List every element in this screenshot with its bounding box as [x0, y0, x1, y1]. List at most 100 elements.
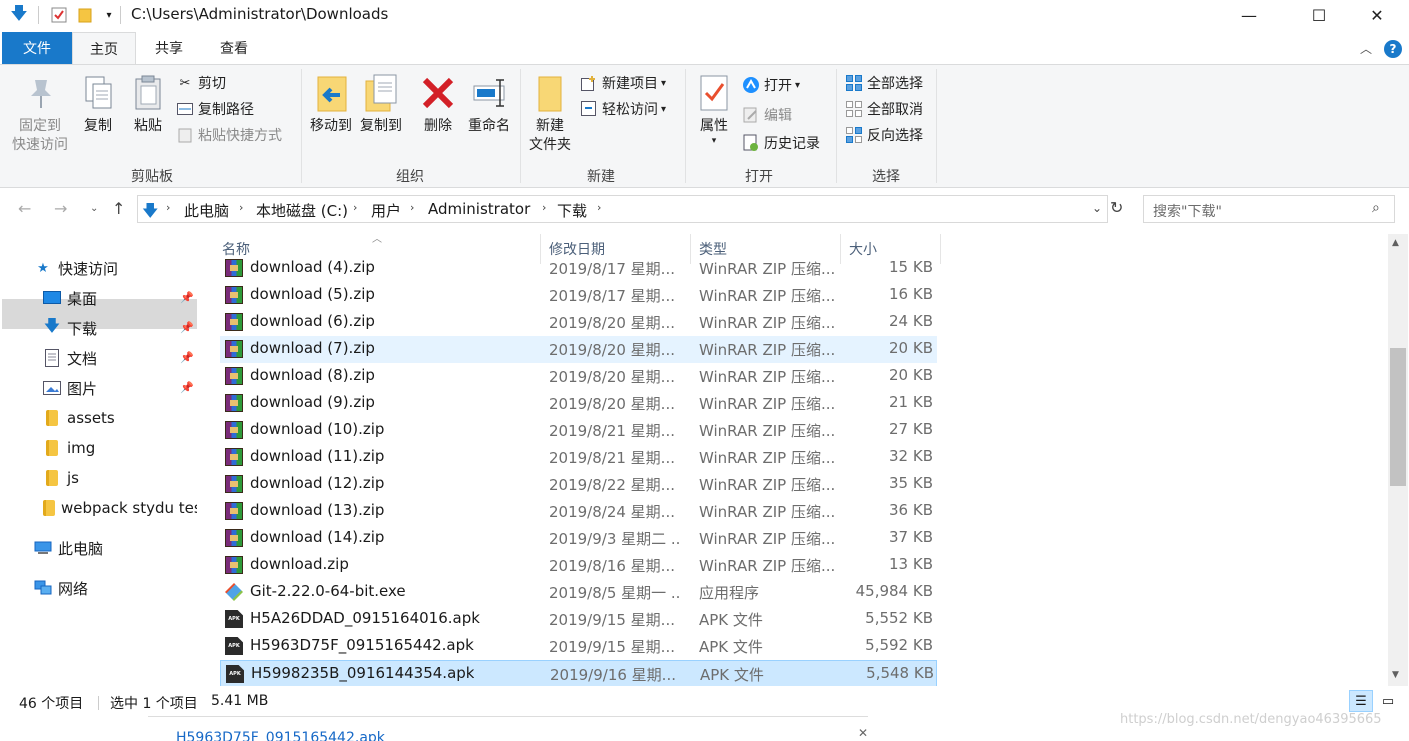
search-icon[interactable]: ⌕ [1372, 200, 1380, 216]
help-icon[interactable]: ? [1384, 40, 1402, 58]
copy-button[interactable]: 复制 [76, 71, 120, 136]
open-button[interactable]: 打开 ▾ [742, 74, 800, 96]
file-date: 2019/8/17 星期... [549, 260, 675, 278]
file-row[interactable]: download (5).zip 2019/8/17 星期... WinRAR ZI… [220, 282, 937, 309]
download-arrow-icon[interactable]: 🡇 [10, 4, 28, 24]
paste-shortcut-button[interactable]: 粘贴快捷方式 [176, 124, 282, 146]
file-row[interactable]: download (7).zip 2019/8/20 星期... WinRAR ZI… [220, 336, 937, 363]
breadcrumb-separator-icon[interactable]: › [239, 201, 243, 214]
nav-network[interactable]: 网络 [34, 573, 88, 603]
file-row[interactable]: download (11).zip 2019/8/21 星期... WinRAR Z… [220, 444, 937, 471]
breadcrumb-this-pc[interactable]: 此电脑 [184, 200, 229, 221]
scroll-up-arrow-icon[interactable]: ▲ [1392, 238, 1399, 248]
properties-button[interactable]: 属性 ▾ [692, 71, 736, 146]
file-row[interactable]: download (12).zip 2019/8/22 星期... WinRAR Z… [220, 471, 937, 498]
history-button[interactable]: 历史记录 [742, 132, 820, 154]
tab-share[interactable]: 共享 [138, 32, 200, 64]
file-row[interactable]: download (4).zip 2019/8/17 星期... WinRAR ZI… [220, 255, 937, 282]
collapse-ribbon-icon[interactable]: ︿ [1360, 40, 1372, 57]
nav-downloads[interactable]: 🡇 下载 [43, 313, 97, 343]
nav-webpack[interactable]: webpack stydu tes [43, 493, 197, 523]
select-all-button[interactable]: 全部选择 [845, 72, 923, 94]
maximize-button[interactable]: ☐ [1296, 0, 1342, 31]
address-bar[interactable]: 🡇 › 此电脑 › 本地磁盘 (C:) › 用户 › Administrator… [137, 195, 1108, 223]
breadcrumb-separator-icon[interactable]: › [410, 201, 414, 214]
tab-file[interactable]: 文件 [2, 32, 72, 64]
file-row[interactable]: APK H5A26DDAD_0915164016.apk 2019/9/15 星期.… [220, 606, 937, 633]
background-file-link[interactable]: H5963D75F_0915165442.apk [176, 730, 385, 741]
breadcrumb-separator-icon[interactable]: › [353, 201, 357, 214]
pin-icon[interactable]: 📌 [180, 321, 194, 334]
file-row[interactable]: download (13).zip 2019/8/24 星期... WinRAR Z… [220, 498, 937, 525]
nav-img[interactable]: img [43, 433, 95, 463]
scrollbar-thumb[interactable] [1390, 348, 1406, 486]
close-icon[interactable]: ✕ [858, 726, 868, 740]
nav-desktop[interactable]: 桌面 [43, 283, 97, 313]
recent-locations-chevron-icon[interactable]: ⌄ [90, 203, 98, 214]
file-row[interactable]: download (9).zip 2019/8/20 星期... WinRAR ZI… [220, 390, 937, 417]
file-row[interactable]: APK H5963D75F_0915165442.apk 2019/9/15 星期.… [220, 633, 937, 660]
copy-to-button[interactable]: 复制到 [356, 71, 406, 136]
file-row[interactable]: APK H5998235B_0916144354.apk 2019/9/16 星期.… [220, 660, 937, 686]
breadcrumb-downloads[interactable]: 下载 [557, 200, 587, 221]
file-row[interactable]: download (8).zip 2019/8/20 星期... WinRAR ZI… [220, 363, 937, 390]
nav-this-pc[interactable]: 此电脑 [34, 533, 103, 563]
pin-icon[interactable]: 📌 [180, 291, 194, 304]
nav-pictures[interactable]: 图片 [43, 373, 97, 403]
file-name: H5998235B_0916144354.apk [251, 664, 475, 682]
properties-checkmark-icon[interactable] [50, 6, 68, 24]
new-folder-button[interactable]: 新建 文件夹 [524, 71, 576, 155]
refresh-icon[interactable]: ↻ [1110, 198, 1123, 217]
delete-x-icon [421, 73, 455, 113]
breadcrumb-separator-icon[interactable]: › [166, 201, 170, 214]
new-folder-qa-icon[interactable] [76, 6, 94, 24]
search-input[interactable]: 搜索"下载" ⌕ [1143, 195, 1395, 223]
file-row[interactable]: download (6).zip 2019/8/20 星期... WinRAR ZI… [220, 309, 937, 336]
new-item-button[interactable]: 新建项目 ▾ [580, 72, 666, 94]
nav-quick-access[interactable]: ★ 快速访问 [34, 253, 118, 283]
file-row[interactable]: download (10).zip 2019/8/21 星期... WinRAR Z… [220, 417, 937, 444]
customize-toolbar-icon[interactable]: ▾ [100, 6, 118, 24]
up-arrow-icon[interactable]: ↑ [112, 199, 125, 218]
edit-button[interactable]: 编辑 [742, 104, 792, 126]
select-none-button[interactable]: 全部取消 [845, 98, 923, 120]
tab-home[interactable]: 主页 [72, 32, 136, 65]
nav-documents[interactable]: 文档 [43, 343, 97, 373]
paste-button[interactable]: 粘贴 [126, 71, 170, 136]
invert-selection-button[interactable]: 反向选择 [845, 124, 923, 146]
breadcrumb-users[interactable]: 用户 [371, 200, 401, 221]
file-type: WinRAR ZIP 压缩... [699, 557, 836, 575]
close-button[interactable]: ✕ [1354, 0, 1400, 31]
copy-icon [81, 73, 115, 113]
pin-icon[interactable]: 📌 [180, 351, 194, 364]
delete-button[interactable]: 删除 [416, 71, 460, 136]
forward-arrow-icon[interactable]: → [54, 199, 67, 218]
pin-icon[interactable]: 📌 [180, 381, 194, 394]
scroll-down-arrow-icon[interactable]: ▼ [1392, 670, 1399, 680]
minimize-button[interactable]: — [1226, 0, 1272, 31]
breadcrumb-separator-icon[interactable]: › [597, 201, 601, 214]
easy-access-button[interactable]: 轻松访问 ▾ [580, 98, 666, 120]
new-folder-icon [533, 73, 567, 113]
address-dropdown-icon[interactable]: ⌄ [1092, 201, 1102, 215]
nav-js[interactable]: js [43, 463, 79, 493]
file-row[interactable]: download.zip 2019/8/16 星期... WinRAR ZIP 压缩… [220, 552, 937, 579]
cut-button[interactable]: ✂ 剪切 [176, 72, 226, 94]
breadcrumb-separator-icon[interactable]: › [542, 201, 546, 214]
rename-button[interactable]: 重命名 [464, 71, 514, 136]
move-to-button[interactable]: 移动到 [306, 71, 356, 136]
copy-path-button[interactable]: 复制路径 [176, 98, 254, 120]
details-view-icon[interactable]: ☰ [1349, 690, 1373, 712]
file-row[interactable]: download (14).zip 2019/9/3 星期二 ... WinRAR … [220, 525, 937, 552]
history-icon [742, 134, 760, 152]
nav-assets[interactable]: assets [43, 403, 115, 433]
file-row[interactable]: Git-2.22.0-64-bit.exe 2019/8/5 星期一 ... 应用程… [220, 579, 937, 606]
nav-label: 文档 [67, 349, 98, 368]
back-arrow-icon[interactable]: ← [18, 199, 31, 218]
breadcrumb-local-disk[interactable]: 本地磁盘 (C:) [256, 200, 348, 221]
large-icons-view-icon[interactable]: ▭ [1376, 690, 1400, 712]
pin-quick-access-button[interactable]: 固定到 快速访问 [8, 71, 72, 155]
breadcrumb-administrator[interactable]: Administrator [428, 200, 530, 218]
item-count: 46 个项目 [19, 696, 84, 712]
tab-view[interactable]: 查看 [202, 32, 266, 64]
